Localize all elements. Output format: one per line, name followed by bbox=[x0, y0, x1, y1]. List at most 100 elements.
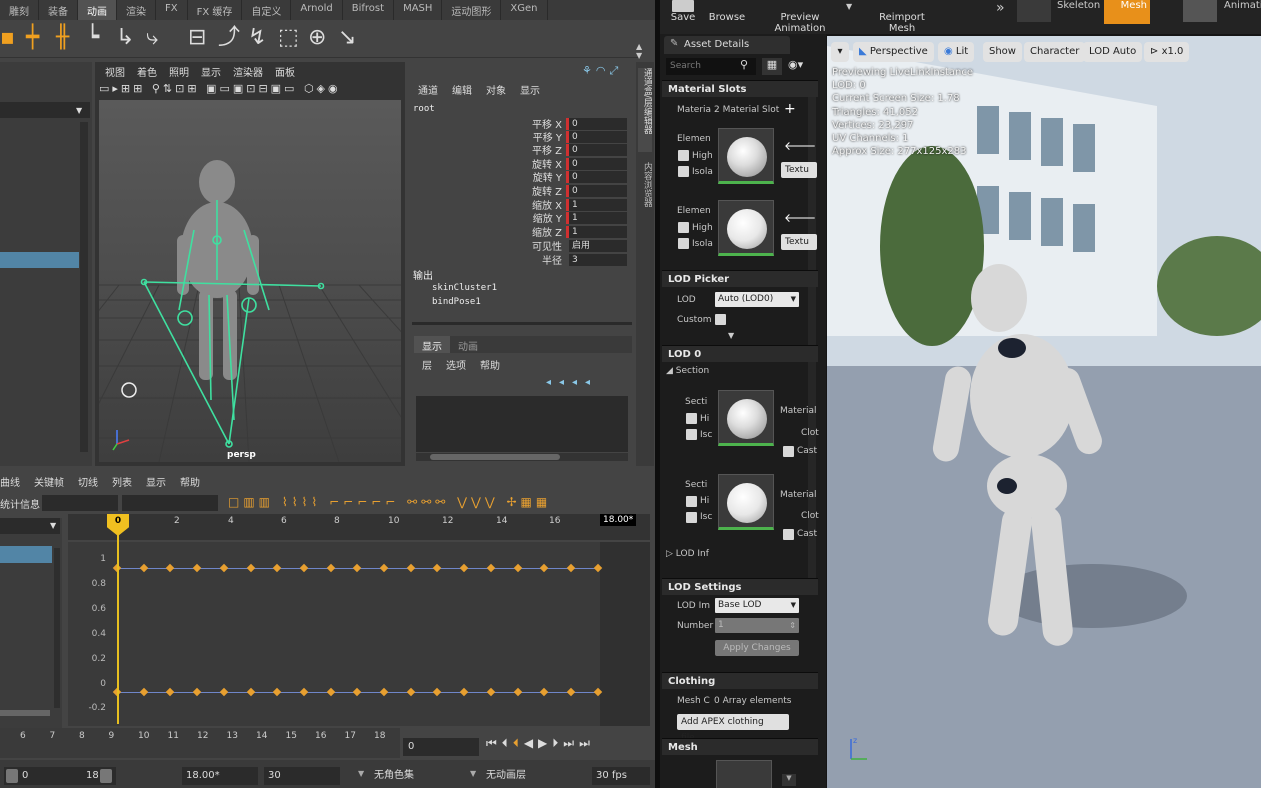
shelf-tab-active[interactable]: 动画 bbox=[78, 0, 117, 20]
viewport-canvas[interactable]: persp bbox=[99, 100, 401, 462]
horizontal-scrollbar[interactable] bbox=[0, 710, 50, 716]
graph-ruler[interactable]: 2 4 6 8 10 12 14 16 18.00* bbox=[68, 514, 650, 540]
save-button[interactable]: Save bbox=[665, 0, 701, 30]
scrollbar[interactable] bbox=[54, 548, 60, 708]
cluster-icon[interactable]: ⊕ bbox=[308, 26, 326, 50]
layer-buttons[interactable]: ◂◂◂◂ bbox=[546, 377, 598, 388]
character-set[interactable]: 无角色集 bbox=[370, 767, 466, 785]
shelf-tab[interactable]: 装备 bbox=[39, 0, 78, 20]
ik-spline-icon[interactable]: ⤷ bbox=[146, 26, 158, 50]
menu-list[interactable]: 列表 bbox=[112, 474, 132, 490]
attribute-row[interactable]: 缩放 Z 1 bbox=[520, 225, 627, 239]
tab-display[interactable]: 显示 bbox=[414, 336, 450, 353]
fps-selector[interactable]: 30 fps bbox=[592, 767, 650, 785]
toolbar-overflow-icon[interactable]: » bbox=[996, 0, 1005, 16]
attribute-row[interactable]: 可见性 启用 bbox=[520, 239, 627, 253]
section-material-thumbnail[interactable] bbox=[718, 390, 774, 446]
isolate-checkbox[interactable] bbox=[686, 512, 697, 523]
highlight-checkbox[interactable] bbox=[678, 150, 689, 161]
section-lod-settings[interactable]: LOD Settings bbox=[662, 578, 818, 595]
highlight-checkbox[interactable] bbox=[686, 496, 697, 507]
shelf-tab[interactable]: 雕刻 bbox=[0, 0, 39, 20]
use-selected-icon[interactable]: 🡐 bbox=[784, 138, 816, 153]
apply-changes-button[interactable]: Apply Changes bbox=[715, 640, 799, 656]
mode-tab-skeleton[interactable]: Skeleton bbox=[1057, 0, 1100, 11]
graph-outliner-selected[interactable] bbox=[0, 546, 52, 563]
set-key-icon[interactable]: ┿ bbox=[26, 26, 39, 50]
show-button[interactable]: Show bbox=[983, 42, 1022, 62]
shelf-tab[interactable]: FX 缓存 bbox=[188, 0, 243, 20]
section-clothing[interactable]: Clothing bbox=[662, 672, 818, 689]
highlight-checkbox[interactable] bbox=[678, 222, 689, 233]
highlight-checkbox[interactable] bbox=[686, 413, 697, 424]
attribute-value[interactable]: 0 bbox=[569, 117, 627, 130]
cast-shadow-checkbox[interactable] bbox=[783, 446, 794, 457]
menu-panels[interactable]: 面板 bbox=[275, 64, 295, 80]
layer-list[interactable] bbox=[416, 396, 628, 452]
menu-edit[interactable]: 编辑 bbox=[452, 82, 472, 98]
section-lod0[interactable]: LOD 0 bbox=[662, 345, 818, 362]
viewport-toolbar-icons[interactable]: ▭▸⊞⊞ ⚲⇅⊡⊞ ▣▭▣⊡⊟▣▭ ⬡◈◉ bbox=[99, 82, 401, 98]
chevron-down-icon[interactable]: ▼ bbox=[782, 774, 796, 786]
mode-tab-mesh[interactable]: Mesh bbox=[1104, 0, 1150, 24]
attribute-value[interactable]: 1 bbox=[569, 225, 627, 238]
menu-curves[interactable]: 曲线 bbox=[0, 474, 20, 490]
viewport-options-button[interactable]: ▾ bbox=[831, 42, 849, 62]
range-end-field[interactable]: 18.00* bbox=[182, 767, 258, 785]
section-lod-picker[interactable]: LOD Picker bbox=[662, 270, 818, 287]
attribute-value[interactable]: 0 bbox=[569, 170, 627, 183]
attribute-value[interactable]: 启用 bbox=[569, 239, 627, 252]
animation-layer[interactable]: 无动画层 bbox=[482, 767, 578, 785]
attribute-value[interactable]: 0 bbox=[569, 157, 627, 170]
output-node[interactable]: bindPose1 bbox=[432, 297, 481, 307]
attribute-value[interactable]: 1 bbox=[569, 211, 627, 224]
side-tab-channel-box[interactable]: 通道盒/层编辑器 bbox=[638, 68, 652, 152]
attribute-value[interactable]: 1 bbox=[569, 198, 627, 211]
add-apex-clothing-button[interactable]: Add APEX clothing file... bbox=[677, 714, 789, 743]
menu-view[interactable]: 视图 bbox=[105, 64, 125, 80]
shelf-scroll-icon[interactable]: ▲ ▼ bbox=[636, 42, 642, 60]
shelf-tab[interactable]: Arnold bbox=[291, 0, 343, 20]
attribute-row[interactable]: 旋转 Z 0 bbox=[520, 184, 627, 198]
playback-controls[interactable]: ⏮⏴⏴◀▶⏵⏭⏭ bbox=[486, 736, 646, 756]
menu-renderer[interactable]: 渲染器 bbox=[233, 64, 263, 80]
menu-lighting[interactable]: 照明 bbox=[169, 64, 189, 80]
lit-button[interactable]: ◉ Lit bbox=[938, 42, 975, 62]
stats-field[interactable] bbox=[42, 495, 118, 511]
menu-tangents[interactable]: 切线 bbox=[78, 474, 98, 490]
chevron-down-icon[interactable]: ▼ bbox=[358, 769, 364, 778]
shelf-tab[interactable]: 渲染 bbox=[117, 0, 156, 20]
tab-animation[interactable]: 动画 bbox=[450, 336, 486, 353]
cast-shadow-checkbox[interactable] bbox=[783, 529, 794, 540]
menu-show[interactable]: 显示 bbox=[201, 64, 221, 80]
shelf-tab[interactable]: MASH bbox=[394, 0, 443, 20]
skeletal-mesh-thumbnail[interactable] bbox=[716, 760, 772, 788]
lod-import-dropdown[interactable]: Base LOD ▼ bbox=[715, 598, 799, 613]
chevron-down-icon[interactable]: ▼ bbox=[470, 769, 476, 778]
lod-dropdown[interactable]: Auto (LOD0) ▼ bbox=[715, 292, 799, 307]
menu-layers[interactable]: 层 bbox=[422, 357, 432, 372]
paint-weights-icon[interactable]: ↯ bbox=[248, 26, 266, 50]
perspective-button[interactable]: ◣ Perspective bbox=[853, 42, 934, 62]
browse-button[interactable]: Browse bbox=[706, 0, 748, 30]
animation-mode-icon[interactable] bbox=[1183, 0, 1217, 22]
custom-checkbox[interactable] bbox=[715, 314, 726, 325]
material-thumbnail[interactable] bbox=[718, 128, 774, 184]
isolate-checkbox[interactable] bbox=[678, 238, 689, 249]
texture-button[interactable]: Textu bbox=[781, 234, 817, 250]
output-node[interactable]: skinCluster1 bbox=[432, 283, 497, 293]
details-scrollbar[interactable] bbox=[808, 80, 816, 580]
reimport-mesh-button[interactable]: Reimport Mesh bbox=[866, 0, 938, 34]
shelf-tab[interactable]: 自定义 bbox=[242, 0, 292, 20]
use-selected-icon[interactable]: 🡐 bbox=[784, 210, 816, 225]
menu-help[interactable]: 帮助 bbox=[480, 357, 500, 372]
graph-toolbar-icons[interactable]: □▥▥ ⌇⌇⌇⌇ ⌐⌐⌐⌐⌐ ⚯⚯⚯ ⋁⋁⋁ ✢▦▦ bbox=[228, 495, 648, 511]
lod-auto-button[interactable]: LOD Auto bbox=[1083, 42, 1143, 62]
grid-view-icon[interactable]: ▦ bbox=[762, 58, 782, 75]
attribute-value[interactable]: 3 bbox=[569, 253, 627, 266]
chevron-down-icon[interactable]: ▼ bbox=[846, 2, 852, 11]
shelf-tab[interactable]: Bifrost bbox=[343, 0, 395, 20]
character-button[interactable]: Character bbox=[1024, 42, 1086, 62]
current-time-line[interactable] bbox=[117, 520, 119, 724]
panel-divider[interactable] bbox=[412, 322, 632, 325]
